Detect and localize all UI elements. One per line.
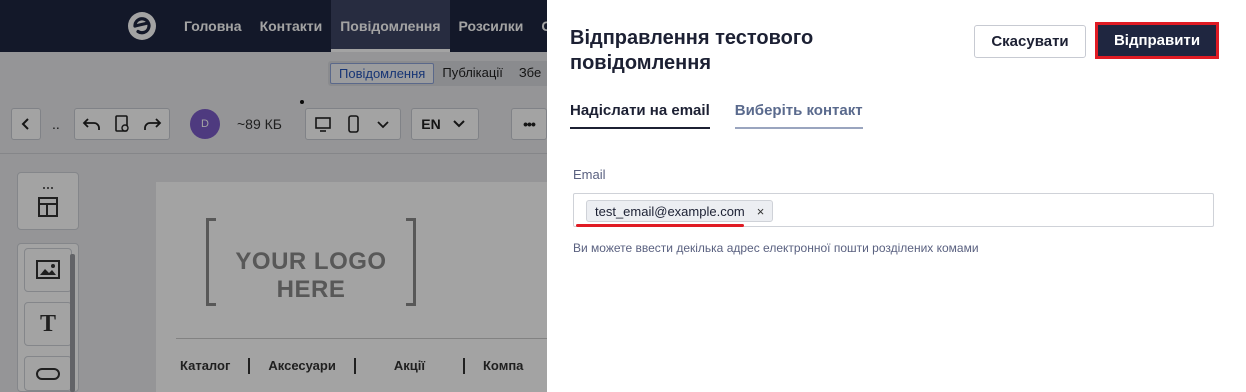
email-label: Email: [573, 167, 606, 182]
panel-title: Відправлення тестового повідомлення: [570, 27, 814, 74]
red-underline-annotation: [576, 224, 744, 227]
email-field[interactable]: test_email@example.com ×: [573, 193, 1214, 227]
send-test-panel: Відправлення тестового повідомлення Скас…: [547, 0, 1246, 392]
email-chip: test_email@example.com ×: [586, 200, 774, 222]
modal-backdrop[interactable]: [0, 0, 547, 392]
cancel-button[interactable]: Скасувати: [974, 25, 1086, 58]
email-chip-text: test_email@example.com: [595, 203, 745, 219]
send-button-highlight: Відправити: [1095, 22, 1219, 59]
send-button[interactable]: Відправити: [1098, 25, 1216, 56]
email-hint: Ви можете ввести декілька адрес електрон…: [573, 241, 979, 255]
recipient-tabs: Надіслати на email Виберіть контакт: [570, 102, 863, 129]
tab-send-to-email[interactable]: Надіслати на email: [570, 102, 710, 129]
tab-choose-contact[interactable]: Виберіть контакт: [734, 102, 863, 129]
remove-chip-icon[interactable]: ×: [757, 204, 765, 219]
